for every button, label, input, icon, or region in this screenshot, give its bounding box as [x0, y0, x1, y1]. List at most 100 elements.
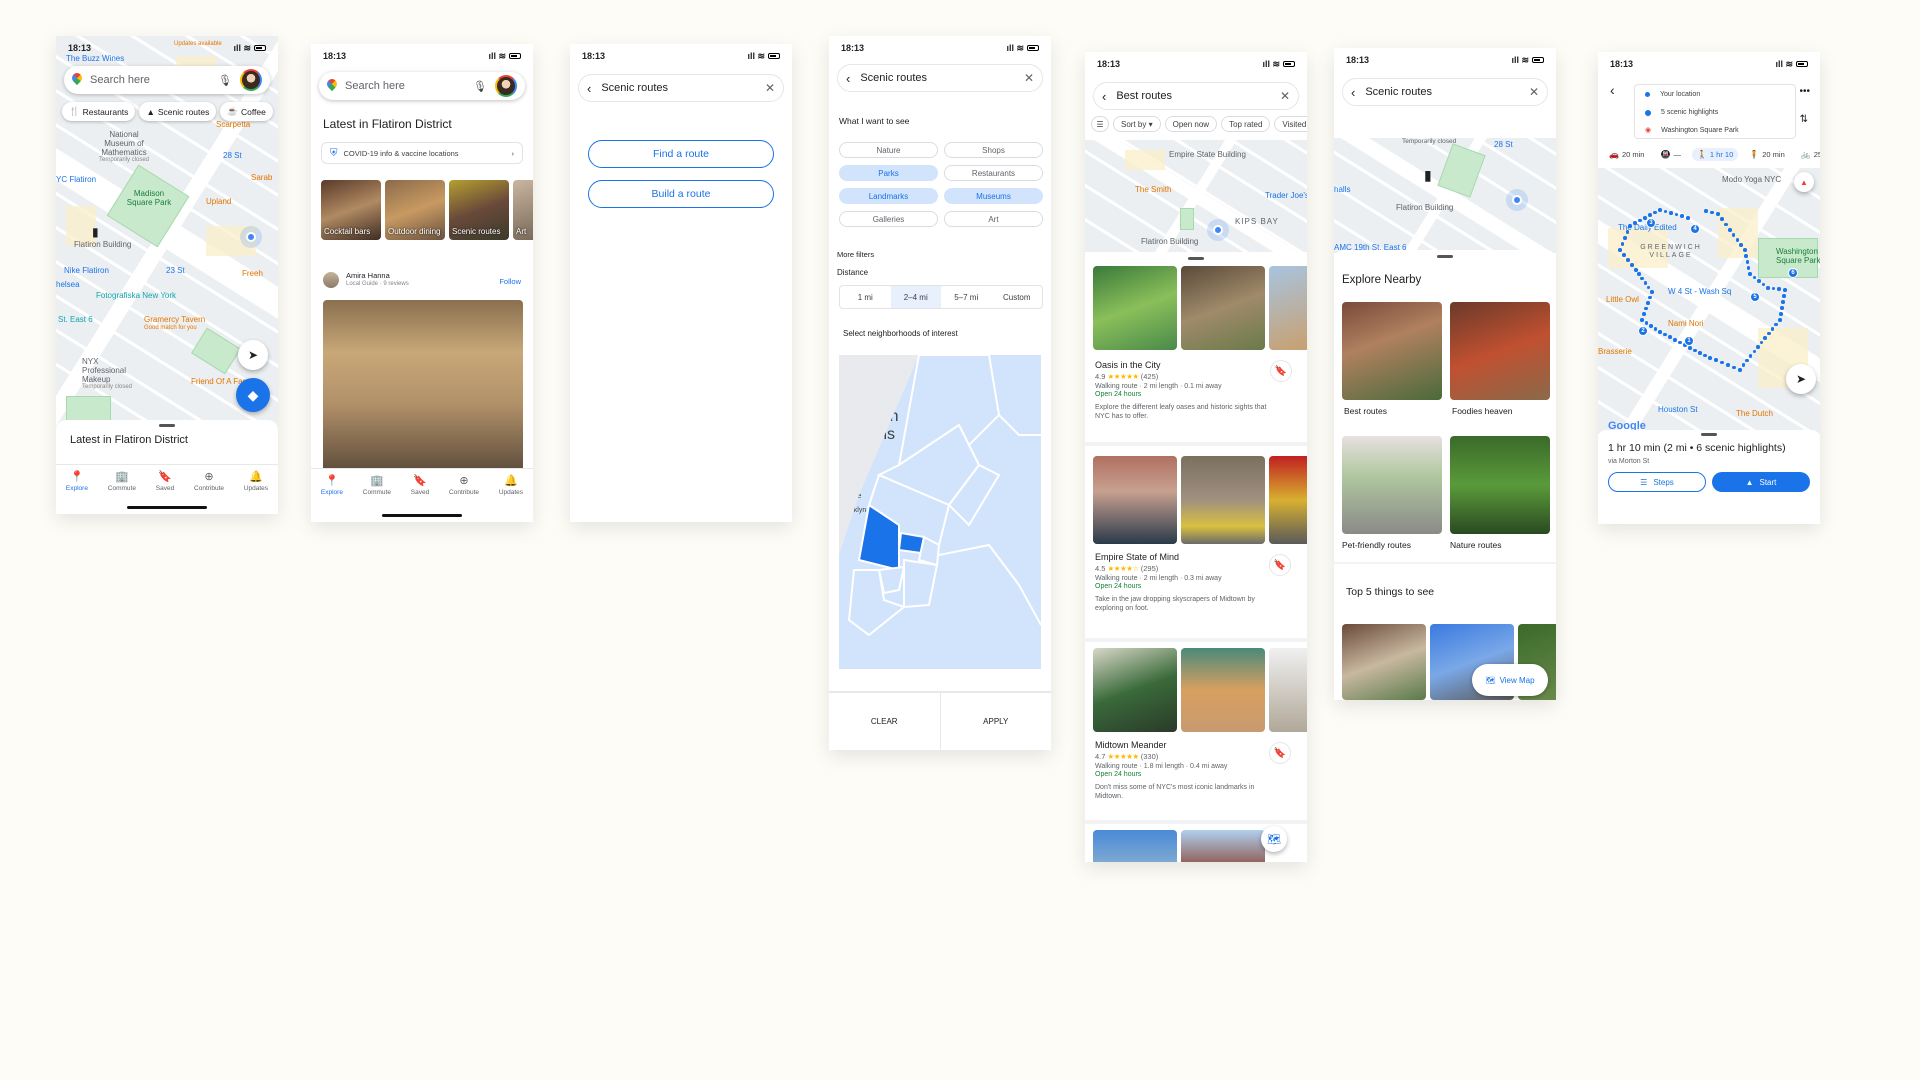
result-photo[interactable] [1269, 266, 1307, 350]
close-icon[interactable]: ✕ [765, 81, 775, 95]
poi-label[interactable]: Flatiron Building [1141, 237, 1198, 247]
travel-mode-transit[interactable]: 🚇 — [1655, 148, 1685, 161]
result-photo[interactable] [1269, 648, 1307, 732]
stop-destination[interactable]: ◉ Washington Square Park [1645, 126, 1739, 135]
interest-chip-art[interactable]: Art [944, 211, 1043, 227]
poi-label[interactable]: Upland [206, 197, 231, 207]
poi-label[interactable]: helsea [56, 280, 80, 290]
category-card-art[interactable]: Art [513, 180, 533, 240]
poi-label[interactable]: 28 St [1494, 140, 1513, 150]
chip-scenic-routes[interactable]: ▲ Scenic routes [139, 102, 217, 121]
directions-button[interactable]: ◆ [236, 378, 270, 412]
account-avatar[interactable] [495, 75, 517, 97]
poi-label[interactable]: NYX Professional Makeup Temporarily close… [82, 357, 142, 391]
sort-by-chip[interactable]: Sort by ▾ [1113, 116, 1161, 132]
poi-label[interactable]: Flatiron Building [74, 240, 131, 250]
poi-label[interactable]: halls [1334, 185, 1350, 195]
map-view[interactable]: Temporarily closed 28 St halls ▮ Flatiro… [1334, 138, 1556, 253]
build-route-button[interactable]: Build a route [588, 180, 774, 208]
sheet-handle[interactable] [1188, 257, 1204, 260]
clear-button[interactable]: CLEAR [829, 693, 941, 750]
poi-label[interactable]: KIPS BAY [1235, 217, 1279, 227]
swap-icon[interactable]: ⇅ [1800, 114, 1808, 125]
bookmark-icon[interactable]: 🔖 [1269, 554, 1291, 576]
nav-commute[interactable]: 🏢 Commute [363, 475, 391, 496]
collection-card-pet-friendly[interactable] [1342, 436, 1442, 534]
interest-chip-galleries[interactable]: Galleries [839, 211, 938, 227]
category-card-scenic-routes[interactable]: Scenic routes [449, 180, 509, 240]
scenic-stop-marker[interactable]: 1 [1684, 336, 1694, 346]
sheet-handle[interactable] [1701, 433, 1717, 436]
compass-button[interactable]: ▲ [1794, 172, 1814, 192]
collection-label[interactable]: Best routes [1344, 406, 1387, 416]
chip-restaurants[interactable]: 🍴 Restaurants [62, 102, 136, 121]
poi-label[interactable]: 28 St [223, 151, 242, 161]
poi-label[interactable]: 23 St [166, 266, 185, 276]
follow-button[interactable]: Follow [499, 277, 521, 286]
search-input[interactable]: Scenic routes [601, 82, 765, 94]
category-card-cocktail-bars[interactable]: Cocktail bars [321, 180, 381, 240]
mic-icon[interactable]: 🎙 [218, 74, 232, 87]
interest-chip-museums[interactable]: Museums [944, 188, 1043, 204]
route-map[interactable]: Modo Yoga NYC The Daily Edited GREENWICH… [1598, 168, 1820, 434]
stop-origin[interactable]: Your location [1645, 91, 1700, 98]
result-photo[interactable] [1093, 456, 1177, 544]
map-view[interactable]: The Buzz Wines Updates available Nationa… [56, 36, 278, 431]
sheet-handle[interactable] [1437, 255, 1453, 258]
distance-option[interactable]: 2–4 mi [890, 286, 941, 308]
poi-label[interactable]: The Smith [1135, 185, 1171, 195]
nav-explore[interactable]: 📍 Explore [66, 471, 88, 492]
nav-updates[interactable]: 🔔 Updates [499, 475, 523, 496]
poi-label[interactable]: Trader Joe's [1265, 191, 1307, 201]
interest-chip-shops[interactable]: Shops [944, 142, 1043, 158]
interest-chip-landmarks[interactable]: Landmarks [839, 188, 938, 204]
search-bar[interactable]: ‹ Scenic routes ✕ [837, 64, 1043, 92]
nav-contribute[interactable]: ⊕ Contribute [449, 475, 479, 496]
poi-label[interactable]: YC Flatiron [56, 175, 96, 185]
category-card-outdoor-dining[interactable]: Outdoor dining [385, 180, 445, 240]
poi-label[interactable]: Scarpetta [216, 120, 250, 130]
poi-label[interactable]: St. East 6 [58, 315, 93, 325]
scenic-stop-marker[interactable]: 3 [1646, 218, 1656, 228]
nav-saved[interactable]: 🔖 Saved [411, 475, 429, 496]
search-input[interactable]: Scenic routes [860, 72, 1024, 84]
result-photo[interactable] [1181, 456, 1265, 544]
nav-commute[interactable]: 🏢 Commute [108, 471, 136, 492]
back-arrow-icon[interactable]: ‹ [1610, 82, 1615, 98]
post-author-avatar[interactable] [323, 272, 339, 288]
search-bar[interactable]: Search here 🎙 [64, 66, 270, 94]
filter-options-icon[interactable]: ☰ [1091, 116, 1109, 132]
interest-chip-restaurants[interactable]: Restaurants [944, 165, 1043, 181]
stop-highlights[interactable]: 5 scenic highlights [1645, 109, 1718, 116]
search-input[interactable]: Search here [90, 74, 218, 86]
scenic-stop-marker[interactable]: 6 [1788, 268, 1798, 278]
account-avatar[interactable] [240, 69, 262, 91]
result-photo[interactable] [1181, 648, 1265, 732]
nav-explore[interactable]: 📍 Explore [321, 475, 343, 496]
map-toggle-button[interactable]: 🗺 [1261, 826, 1287, 852]
back-arrow-icon[interactable]: ‹ [587, 81, 591, 96]
covid-info-banner[interactable]: ⛨ COVID-19 info & vaccine locations › [321, 142, 523, 164]
poi-label[interactable]: Temporarily closed [1402, 138, 1456, 145]
view-map-button[interactable]: 🗺 View Map [1472, 664, 1548, 696]
poi-label[interactable]: Freeh [242, 269, 263, 279]
collection-card-best-routes[interactable] [1342, 302, 1442, 400]
more-options-icon[interactable]: ••• [1799, 86, 1810, 97]
distance-option[interactable]: 1 mi [840, 286, 891, 308]
poi-label[interactable]: Nike Flatiron [64, 266, 109, 276]
travel-mode-walk[interactable]: 🚶 1 hr 10 [1691, 148, 1739, 161]
search-bar[interactable]: Search here 🎙 [319, 72, 525, 100]
poi-label[interactable]: Empire State Building [1169, 150, 1246, 160]
search-input[interactable]: Best routes [1116, 90, 1280, 102]
result-photo[interactable] [1093, 648, 1177, 732]
poi-label[interactable]: Gramercy Tavern Good match for you [144, 315, 205, 331]
search-bar[interactable]: ‹ Scenic routes ✕ [1342, 78, 1548, 106]
interest-chip-nature[interactable]: Nature [839, 142, 938, 158]
poi-label[interactable]: Sarab [251, 173, 272, 183]
more-filters-link[interactable]: More filters [837, 250, 874, 259]
nav-updates[interactable]: 🔔 Updates [244, 471, 268, 492]
my-location-button[interactable]: ➤ [238, 340, 268, 370]
open-now-chip[interactable]: Open now [1164, 116, 1218, 132]
results-sheet[interactable]: Oasis in the City 4.9 ★★★★★ (425) Walkin… [1085, 252, 1307, 862]
scenic-stop-marker[interactable]: 2 [1638, 326, 1648, 336]
